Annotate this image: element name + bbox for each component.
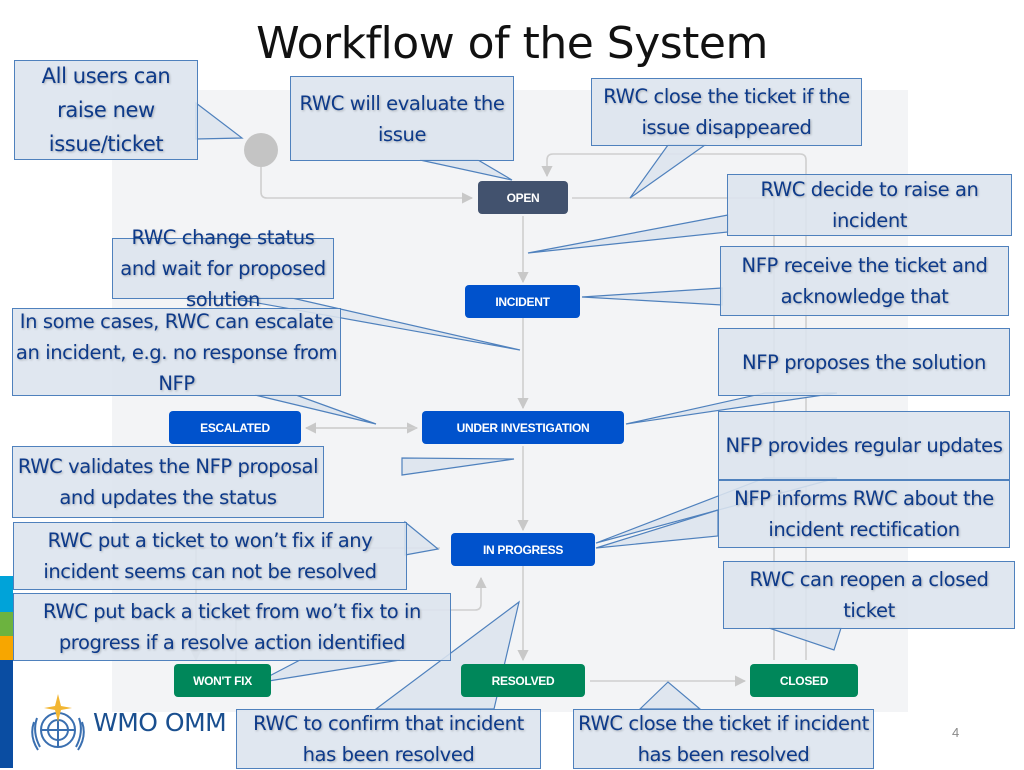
wmo-logo-text: WMO OMM [93,708,227,737]
pointer-evaluate [419,159,513,181]
callout-put-back: RWC put back a ticket from wo’t fix to i… [13,593,451,661]
pointer-close-disappeared [629,144,707,199]
callout-raise-issue: All users can raise new issue/ticket [14,60,198,160]
wmo-emblem-icon [31,694,85,751]
pointer-wont-fix [404,520,440,556]
callout-close-disappeared: RWC close the ticket if the issue disapp… [591,78,862,146]
callout-validates: RWC validates the NFP proposal and updat… [12,446,324,518]
status-incident[interactable]: INCIDENT [465,285,580,318]
slide-title: Workflow of the System [0,18,1024,69]
status-wont-fix[interactable]: WON'T FIX [174,664,271,697]
pointer-close-resolved [638,681,702,710]
pointer-put-back [255,659,401,684]
pointer-reopen [768,627,842,651]
callout-evaluate: RWC will evaluate the issue [290,76,514,161]
page-number: 4 [952,725,960,740]
callout-close-resolved: RWC close the ticket if incident has bee… [573,709,874,769]
status-in-progress[interactable]: IN PROGRESS [451,533,595,566]
callout-nfp-proposes: NFP proposes the solution [718,328,1010,396]
callout-change-status: RWC change status and wait for proposed … [112,226,334,311]
status-under-investigation[interactable]: UNDER INVESTIGATION [422,411,624,444]
callout-nfp-informs: NFP informs RWC about the incident recti… [718,480,1010,548]
callout-raise-incident: RWC decide to raise an incident [727,174,1012,236]
callout-reopen: RWC can reopen a closed ticket [723,561,1015,629]
pointer-raise-issue [195,101,244,140]
callout-escalate: In some cases, RWC can escalate an incid… [12,308,341,396]
arrow-start-to-open [260,167,474,204]
start-node [244,133,278,167]
status-closed[interactable]: CLOSED [750,664,858,697]
status-resolved[interactable]: RESOLVED [461,664,585,697]
pointer-nfp-informs [595,509,719,549]
pointer-raise-incident [527,214,729,254]
callout-confirm-resolved: RWC to confirm that incident has been re… [236,709,541,769]
callout-wont-fix: RWC put a ticket to won’t fix if any inc… [13,522,407,590]
callout-nfp-receive: NFP receive the ticket and acknowledge t… [720,246,1009,316]
status-escalated[interactable]: ESCALATED [169,411,301,444]
slide-title-text: Workflow of the System [256,18,768,69]
pointer-nfp-receive [581,287,723,306]
callout-nfp-updates: NFP provides regular updates [718,411,1010,480]
status-open[interactable]: OPEN [478,181,568,214]
pointer-validates [401,457,515,476]
